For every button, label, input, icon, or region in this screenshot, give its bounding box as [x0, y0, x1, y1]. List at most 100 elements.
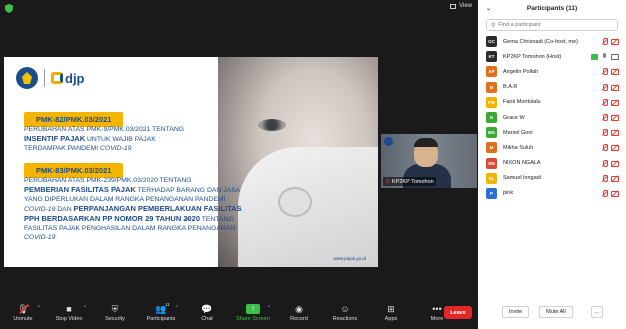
video-camera-off-icon[interactable] — [611, 114, 619, 121]
mute-all-button[interactable]: Mute All — [539, 306, 573, 318]
participant-row[interactable]: SL Samuel longadi — [478, 171, 626, 186]
chat-bubble-icon: 💬 — [201, 304, 213, 314]
participant-name: B.A.R — [503, 84, 518, 91]
participant-row[interactable]: Ppink — [478, 186, 626, 201]
zoom-window: View djp PMK-82/PMK.03/2021 PERUBAHAN AT… — [0, 0, 626, 329]
security-button[interactable]: ⛨ Security — [92, 297, 138, 329]
slide-url: www.pajak.go.id — [333, 256, 366, 261]
record-icon: ◉ — [295, 304, 303, 314]
microphone-muted-icon[interactable] — [601, 113, 608, 121]
microphone-muted-icon[interactable] — [601, 189, 608, 197]
view-button[interactable]: View — [450, 3, 472, 9]
participant-name: Angelin Pollah — [503, 68, 539, 75]
video-camera-off-icon[interactable] — [611, 129, 619, 137]
more-label: More — [430, 316, 444, 322]
video-camera-off-icon[interactable] — [611, 190, 619, 197]
avatar: MG — [486, 127, 497, 139]
stop-video-label: Stop Video — [55, 316, 83, 322]
microphone-muted-icon[interactable] — [601, 98, 608, 106]
avatar: M — [486, 142, 497, 154]
participant-name: Fanti Montolalu — [503, 99, 541, 106]
participant-row[interactable]: FM Fanti Montolalu — [478, 95, 626, 110]
participant-row[interactable]: AP Angelin Pollah — [478, 64, 626, 79]
invite-button[interactable]: Invite — [502, 306, 530, 318]
text1-line3: TERDAMPAK PANDEMI — [24, 145, 99, 152]
stop-video-button[interactable]: ■ Stop Video ^ — [46, 297, 92, 329]
caret-up-icon[interactable]: ^ — [176, 305, 178, 311]
record-button[interactable]: ◉ Record — [276, 297, 322, 329]
text1-italic: COVID-19 — [100, 145, 132, 152]
chevron-down-icon[interactable]: ⌄ — [486, 5, 491, 12]
avatar: P — [486, 187, 497, 199]
microphone-muted-icon[interactable] — [601, 83, 608, 91]
search-input[interactable] — [498, 22, 599, 28]
video-camera-off-icon[interactable] — [611, 38, 619, 45]
unmute-button[interactable]: 🎙 Unmute ^ — [0, 297, 46, 329]
participant-row[interactable]: M Mikha Suluh — [478, 140, 626, 155]
mask-valve — [278, 187, 312, 217]
participants-button[interactable]: 👥 11 Participants ^ — [138, 297, 184, 329]
microphone-muted-icon[interactable] — [601, 68, 608, 76]
apps-label: Apps — [384, 316, 398, 322]
caret-up-icon[interactable]: ^ — [38, 305, 40, 311]
caret-up-icon[interactable]: ^ — [84, 305, 86, 311]
avatar: FM — [486, 96, 497, 108]
share-arrow-icon: ↑ — [246, 304, 260, 314]
microphone-muted-icon[interactable] — [601, 159, 608, 167]
caret-up-icon[interactable]: ^ — [268, 305, 270, 311]
participant-row[interactable]: NN NIXON NGALA — [478, 156, 626, 171]
panel-header: ⌄ Participants (11) — [478, 0, 626, 17]
microphone-icon[interactable] — [601, 53, 608, 60]
share-screen-button[interactable]: ↑ Share Screen ^ — [230, 297, 276, 329]
participant-row[interactable]: B B.A.R — [478, 80, 626, 95]
participant-search[interactable]: ⚲ — [486, 19, 618, 31]
participants-count: 11 — [165, 302, 170, 307]
djp-badge-icon — [384, 137, 393, 146]
regulation-text-2: PERUBAHAN ATAS PMK-239/PMK.03/2020 TENTA… — [24, 176, 244, 242]
video-camera-off-icon[interactable] — [611, 99, 619, 106]
video-camera-off-icon[interactable] — [611, 144, 619, 152]
participant-name: Gema Chrisnadi (Co-host, me) — [503, 38, 578, 45]
participants-label: Participants — [146, 316, 176, 322]
person-hair — [414, 138, 438, 147]
text1-line2: UNTUK WAJIB PAJAK — [87, 136, 156, 143]
participant-row[interactable]: MG Marsel Goni — [478, 125, 626, 140]
video-camera-icon: ■ — [66, 304, 72, 314]
participant-name: Samuel longadi — [503, 175, 541, 182]
microphone-muted-icon[interactable] — [601, 129, 608, 137]
unmute-label: Unmute — [13, 316, 33, 322]
regulation-text-1: PERUBAHAN ATAS PMK-9/PMK.03/2021 TENTANG… — [24, 125, 244, 153]
participants-panel: ⌄ Participants (11) ⚲ GC Gema Chrisnadi (… — [478, 0, 626, 329]
microphone-muted-icon[interactable] — [601, 174, 608, 182]
leave-button[interactable]: Leave — [444, 306, 472, 319]
reactions-button[interactable]: ☺ Reactions — [322, 297, 368, 329]
microphone-muted-icon[interactable] — [601, 144, 608, 152]
participant-name: pink — [503, 190, 514, 197]
participant-row[interactable]: GC Gema Chrisnadi (Co-host, me) — [478, 34, 626, 49]
participant-row[interactable]: G Grace W — [478, 110, 626, 125]
video-camera-off-icon[interactable] — [611, 68, 619, 76]
text2-italic1: COVID-19 — [24, 206, 56, 213]
text2-bold1: PEMBERIAN FASILITAS PAJAK — [24, 185, 136, 194]
chat-button[interactable]: 💬 Chat — [184, 297, 230, 329]
participant-status — [591, 53, 619, 61]
participant-video-tile[interactable]: ⊘ KP2KP Tomohon — [381, 134, 477, 188]
participant-row[interactable]: KT KP2KP Tomohon (Host) — [478, 49, 626, 64]
avatar: KT — [486, 51, 497, 63]
shield-icon[interactable] — [5, 4, 13, 13]
video-camera-off-icon[interactable] — [611, 175, 619, 182]
participant-status — [601, 189, 619, 197]
microphone-muted-icon[interactable] — [601, 38, 608, 45]
chat-label: Chat — [201, 316, 213, 322]
video-camera-off-icon[interactable] — [611, 160, 619, 167]
text1-line1: PERUBAHAN ATAS PMK-9/PMK.03/2021 TENTANG — [24, 126, 185, 133]
apps-button[interactable]: ⊞ Apps — [368, 297, 414, 329]
video-camera-icon[interactable] — [611, 53, 619, 61]
panel-more-button[interactable]: ... — [590, 306, 603, 318]
video-camera-off-icon[interactable] — [611, 84, 619, 91]
participant-status — [601, 38, 619, 45]
avatar: B — [486, 81, 497, 93]
participant-name: Grace W — [503, 114, 525, 121]
search-icon: ⚲ — [491, 22, 496, 29]
share-screen-label: Share Screen — [236, 316, 270, 322]
